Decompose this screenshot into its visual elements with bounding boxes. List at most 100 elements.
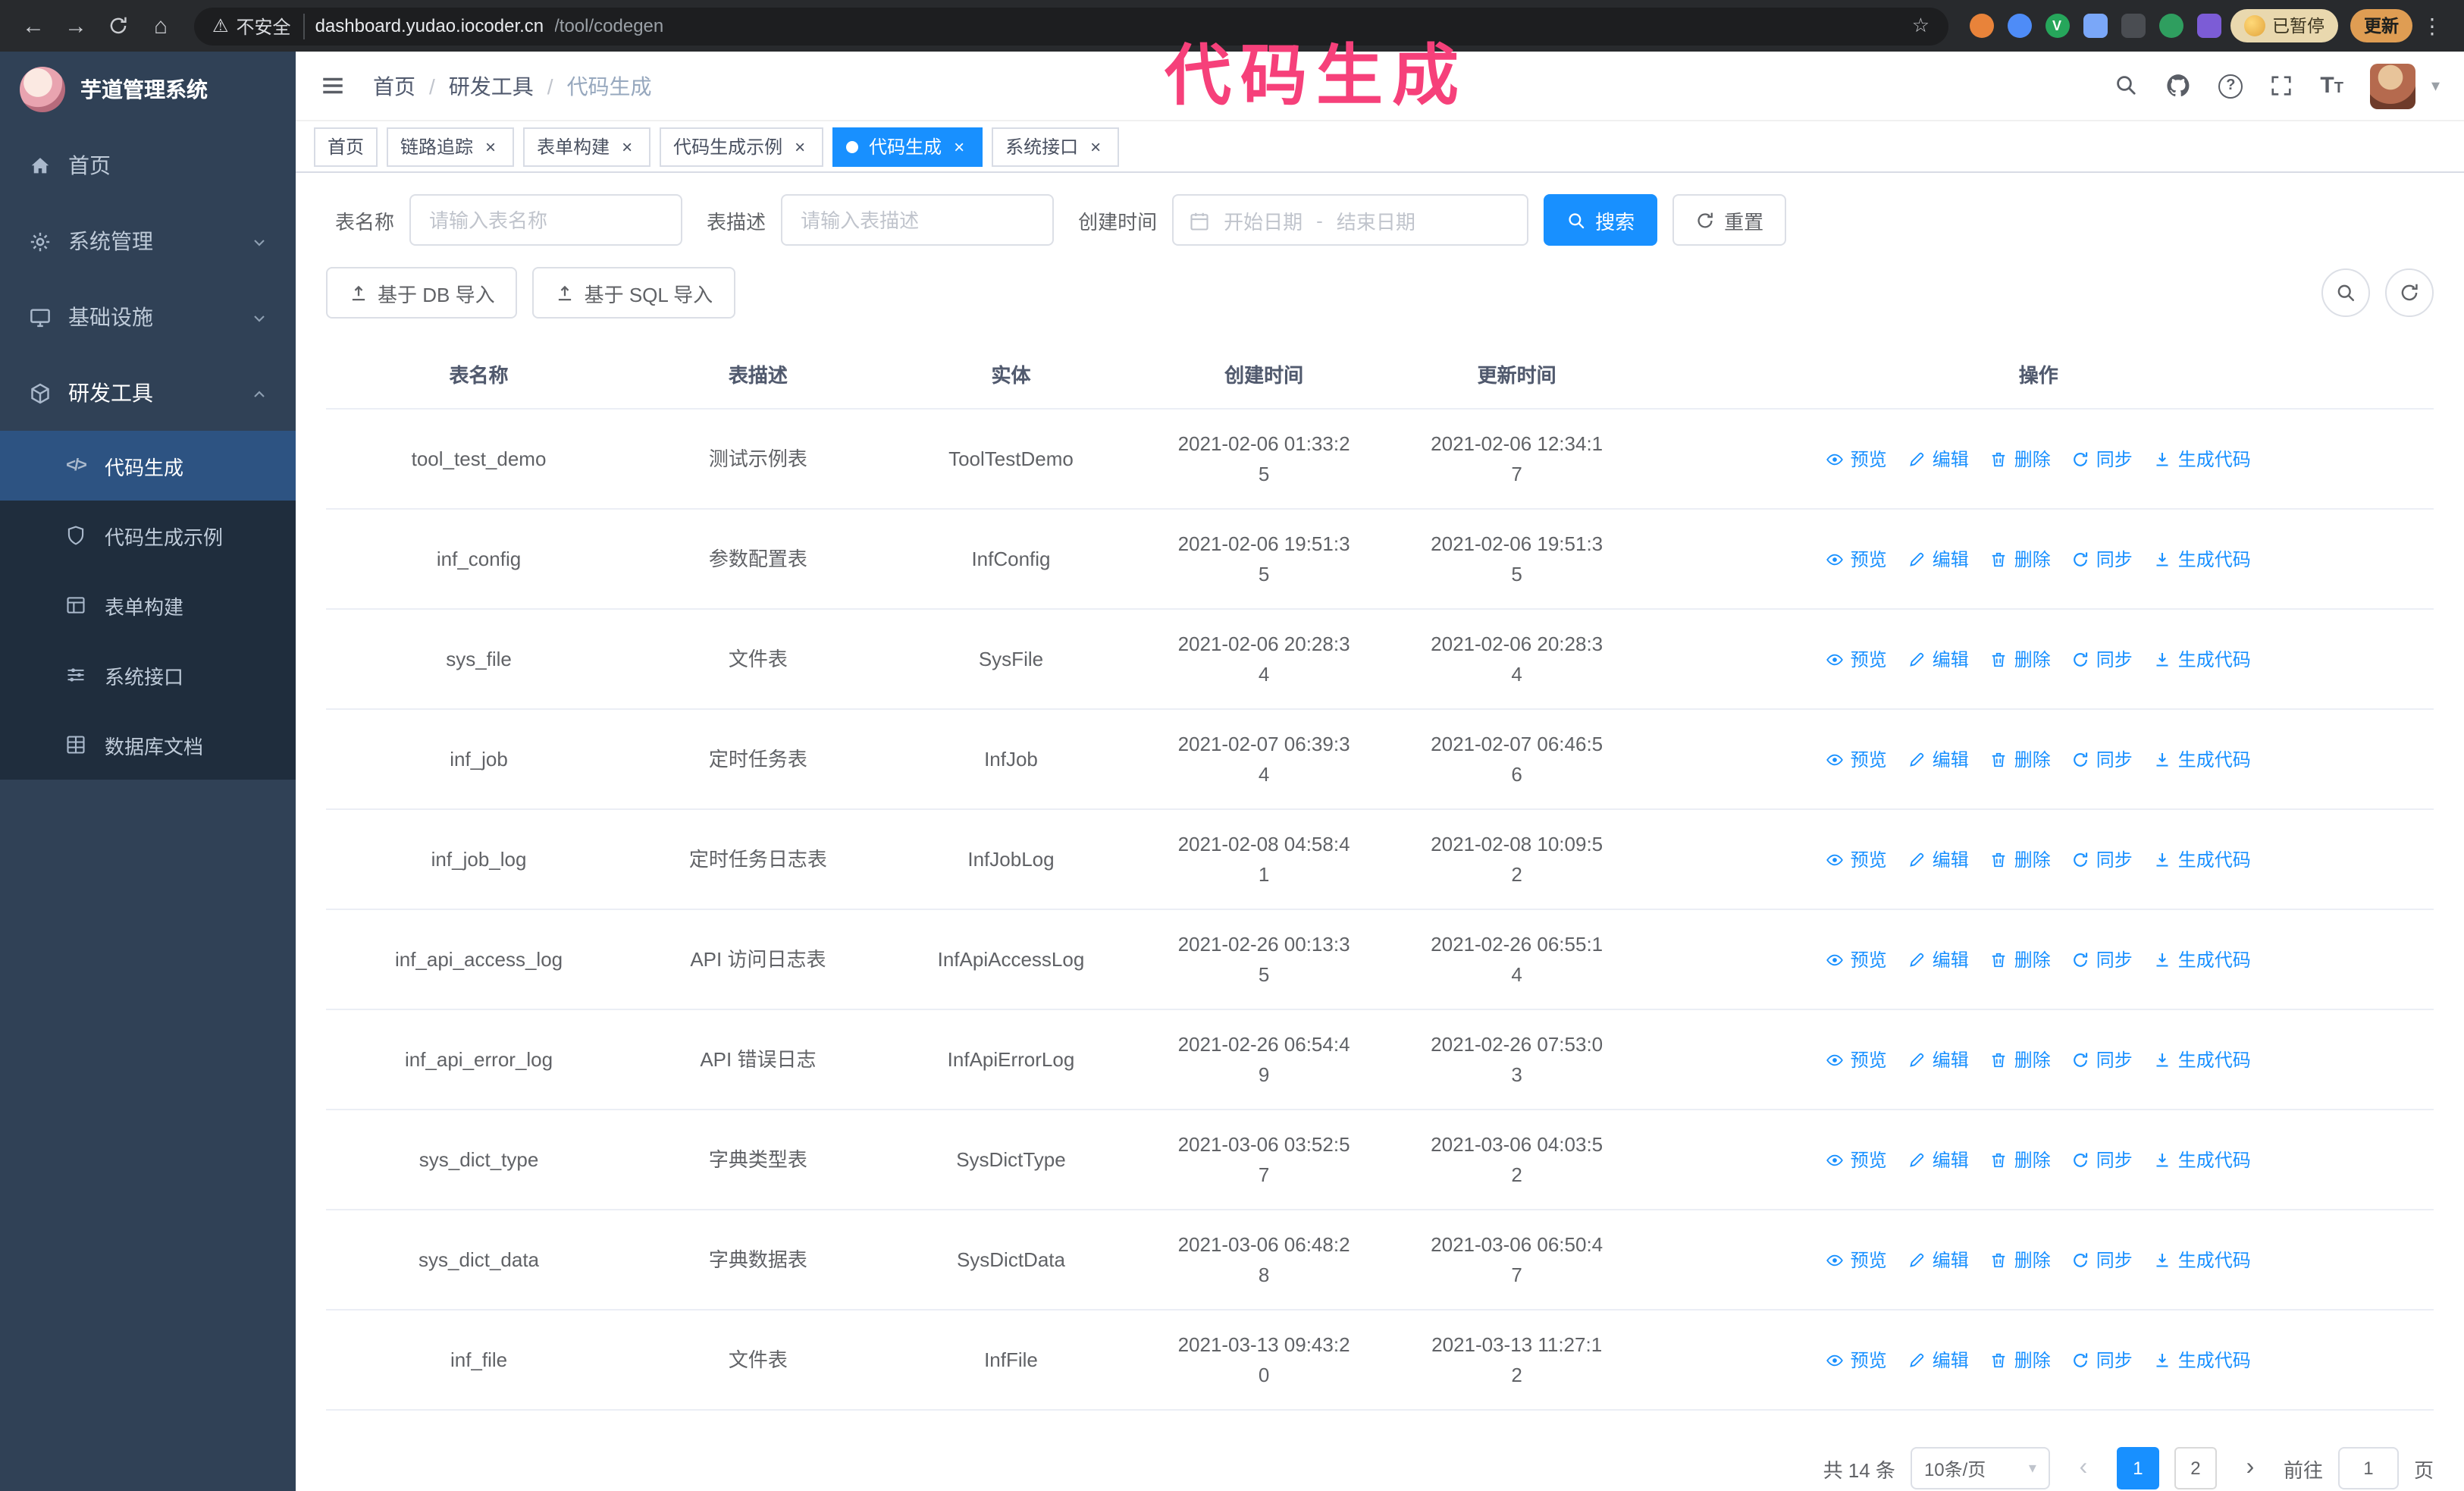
- sync-link[interactable]: 同步: [2072, 746, 2133, 773]
- sidebar-item-system-api[interactable]: 系统接口: [0, 640, 296, 710]
- edit-link[interactable]: 编辑: [1908, 1146, 1969, 1173]
- github-link[interactable]: [2165, 72, 2191, 99]
- generate-code-link[interactable]: 生成代码: [2154, 846, 2251, 873]
- edit-link[interactable]: 编辑: [1908, 1346, 1969, 1373]
- tab-form-builder[interactable]: 表单构建 ×: [523, 127, 651, 166]
- browser-forward-button[interactable]: →: [55, 5, 97, 47]
- generate-code-link[interactable]: 生成代码: [2154, 1146, 2251, 1173]
- preview-link[interactable]: 预览: [1826, 645, 1887, 673]
- sync-link[interactable]: 同步: [2072, 946, 2133, 973]
- tab-codegen-example[interactable]: 代码生成示例 ×: [660, 127, 824, 166]
- delete-link[interactable]: 删除: [1990, 1046, 2051, 1073]
- generate-code-link[interactable]: 生成代码: [2154, 1046, 2251, 1073]
- extension-icon[interactable]: [2158, 14, 2183, 38]
- preview-link[interactable]: 预览: [1826, 1346, 1887, 1373]
- page-button-1[interactable]: 1: [2116, 1447, 2159, 1489]
- sync-link[interactable]: 同步: [2072, 645, 2133, 673]
- preview-link[interactable]: 预览: [1826, 746, 1887, 773]
- sidebar-item-infra[interactable]: 基础设施: [0, 279, 296, 355]
- help-button[interactable]: ?: [2218, 74, 2243, 98]
- refresh-table-button[interactable]: [2385, 268, 2434, 317]
- generate-code-link[interactable]: 生成代码: [2154, 1346, 2251, 1373]
- sync-link[interactable]: 同步: [2072, 445, 2133, 472]
- delete-link[interactable]: 删除: [1990, 545, 2051, 573]
- browser-menu-button[interactable]: ⋮: [2412, 13, 2452, 39]
- preview-link[interactable]: 预览: [1826, 545, 1887, 573]
- close-icon[interactable]: ×: [949, 137, 969, 156]
- edit-link[interactable]: 编辑: [1908, 946, 1969, 973]
- sync-link[interactable]: 同步: [2072, 1346, 2133, 1373]
- sidebar-item-home[interactable]: 首页: [0, 127, 296, 203]
- preview-link[interactable]: 预览: [1826, 1246, 1887, 1273]
- delete-link[interactable]: 删除: [1990, 746, 2051, 773]
- edit-link[interactable]: 编辑: [1908, 746, 1969, 773]
- sidebar-item-codegen[interactable]: </> 代码生成: [0, 431, 296, 501]
- header-search-button[interactable]: [2114, 72, 2138, 99]
- font-size-button[interactable]: TT: [2320, 73, 2343, 99]
- sidebar-toggle-button[interactable]: [320, 73, 346, 99]
- preview-link[interactable]: 预览: [1826, 445, 1887, 472]
- tab-trace[interactable]: 链路追踪 ×: [387, 127, 515, 166]
- date-range-picker[interactable]: 开始日期 - 结束日期: [1172, 194, 1529, 246]
- generate-code-link[interactable]: 生成代码: [2154, 1246, 2251, 1273]
- goto-page-input[interactable]: [2337, 1447, 2399, 1489]
- browser-home-button[interactable]: ⌂: [140, 5, 182, 47]
- address-bar[interactable]: ⚠ 不安全 dashboard.yudao.iocoder.cn/tool/co…: [194, 7, 1948, 45]
- next-page-button[interactable]: ›: [2232, 1447, 2268, 1489]
- extension-icon[interactable]: [1969, 14, 1993, 38]
- preview-link[interactable]: 预览: [1826, 1046, 1887, 1073]
- search-button[interactable]: 搜索: [1544, 194, 1658, 246]
- app-logo[interactable]: 芋道管理系统: [0, 52, 296, 127]
- preview-link[interactable]: 预览: [1826, 846, 1887, 873]
- generate-code-link[interactable]: 生成代码: [2154, 645, 2251, 673]
- bookmark-star-icon[interactable]: ☆: [1912, 14, 1930, 38]
- toggle-search-button[interactable]: [2321, 268, 2370, 317]
- delete-link[interactable]: 删除: [1990, 846, 2051, 873]
- generate-code-link[interactable]: 生成代码: [2154, 545, 2251, 573]
- tab-system-api[interactable]: 系统接口 ×: [992, 127, 1120, 166]
- preview-link[interactable]: 预览: [1826, 946, 1887, 973]
- edit-link[interactable]: 编辑: [1908, 1046, 1969, 1073]
- sidebar-item-db-doc[interactable]: 数据库文档: [0, 710, 296, 780]
- preview-link[interactable]: 预览: [1826, 1146, 1887, 1173]
- sync-link[interactable]: 同步: [2072, 1246, 2133, 1273]
- sidebar-item-devtools[interactable]: 研发工具: [0, 355, 296, 431]
- extension-icon[interactable]: [2196, 14, 2221, 38]
- extension-icon[interactable]: [2007, 14, 2031, 38]
- page-size-select[interactable]: 10条/页 ▾: [1910, 1447, 2050, 1489]
- sync-link[interactable]: 同步: [2072, 1046, 2133, 1073]
- close-icon[interactable]: ×: [790, 137, 810, 156]
- breadcrumb-home[interactable]: 首页: [373, 71, 415, 101]
- sidebar-item-codegen-example[interactable]: 代码生成示例: [0, 501, 296, 570]
- edit-link[interactable]: 编辑: [1908, 445, 1969, 472]
- user-avatar[interactable]: [2370, 63, 2416, 108]
- avatar-caret-icon[interactable]: ▾: [2431, 76, 2440, 96]
- fullscreen-button[interactable]: [2270, 72, 2293, 99]
- sidebar-item-form-builder[interactable]: 表单构建: [0, 570, 296, 640]
- sidebar-item-system[interactable]: 系统管理: [0, 203, 296, 279]
- table-name-input[interactable]: [409, 194, 683, 246]
- tab-codegen[interactable]: 代码生成 ×: [832, 127, 983, 166]
- delete-link[interactable]: 删除: [1990, 1346, 2051, 1373]
- import-db-button[interactable]: 基于 DB 导入: [326, 267, 518, 319]
- generate-code-link[interactable]: 生成代码: [2154, 746, 2251, 773]
- reset-button[interactable]: 重置: [1672, 194, 1787, 246]
- delete-link[interactable]: 删除: [1990, 445, 2051, 472]
- generate-code-link[interactable]: 生成代码: [2154, 445, 2251, 472]
- edit-link[interactable]: 编辑: [1908, 645, 1969, 673]
- close-icon[interactable]: ×: [617, 137, 637, 156]
- tab-home[interactable]: 首页: [314, 127, 378, 166]
- extension-icon[interactable]: [2121, 14, 2145, 38]
- close-icon[interactable]: ×: [1086, 137, 1105, 156]
- table-desc-input[interactable]: [781, 194, 1055, 246]
- delete-link[interactable]: 删除: [1990, 1146, 2051, 1173]
- browser-update-button[interactable]: 更新: [2350, 9, 2412, 42]
- close-icon[interactable]: ×: [481, 137, 500, 156]
- prev-page-button[interactable]: ‹: [2065, 1447, 2102, 1489]
- browser-reload-button[interactable]: [97, 5, 140, 47]
- profile-paused-badge[interactable]: 已暂停: [2230, 9, 2338, 42]
- sync-link[interactable]: 同步: [2072, 846, 2133, 873]
- breadcrumb-devtools[interactable]: 研发工具: [449, 71, 534, 101]
- generate-code-link[interactable]: 生成代码: [2154, 946, 2251, 973]
- delete-link[interactable]: 删除: [1990, 645, 2051, 673]
